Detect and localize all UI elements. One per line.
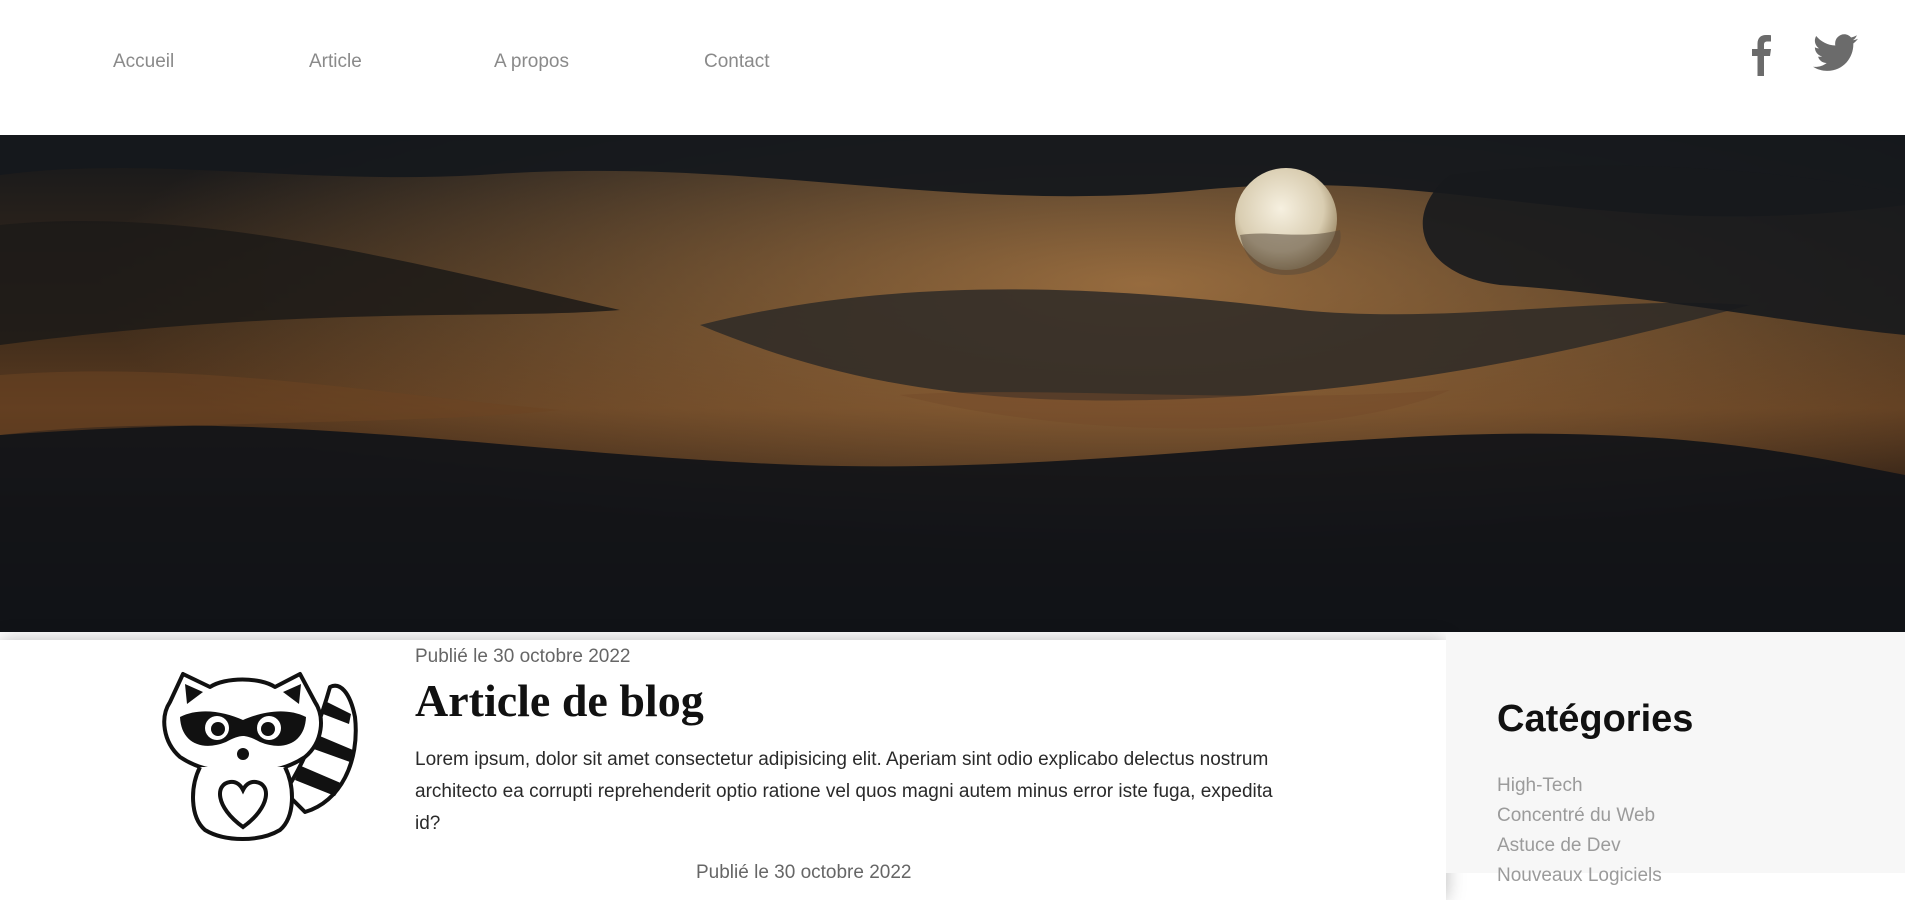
nav-link-article[interactable]: Article	[309, 51, 362, 73]
nav-link-accueil[interactable]: Accueil	[113, 51, 174, 73]
night-sky-moon-illustration	[0, 135, 1905, 632]
top-navigation-bar: Accueil Article A propos Contact	[0, 0, 1905, 135]
categories-title: Catégories	[1497, 698, 1694, 740]
next-post-date: Publié le 30 octobre 2022	[696, 862, 912, 883]
raccoon-avatar-image	[155, 662, 365, 842]
category-item-high-tech[interactable]: High-Tech	[1497, 771, 1662, 801]
categories-list: High-Tech Concentré du Web Astuce de Dev…	[1497, 771, 1662, 891]
category-item-astuce-de-dev[interactable]: Astuce de Dev	[1497, 831, 1662, 861]
category-item-concentre-du-web[interactable]: Concentré du Web	[1497, 801, 1662, 831]
facebook-icon	[1752, 35, 1771, 76]
post-excerpt: Lorem ipsum, dolor sit amet consectetur …	[415, 749, 1273, 834]
twitter-link[interactable]	[1813, 34, 1858, 77]
hero-banner-image	[0, 135, 1905, 632]
facebook-link[interactable]	[1745, 32, 1775, 81]
post-date: Publié le 30 octobre 2022	[415, 646, 631, 667]
twitter-icon	[1813, 34, 1858, 71]
category-item-nouveaux-logiciels[interactable]: Nouveaux Logiciels	[1497, 861, 1662, 891]
nav-link-contact[interactable]: Contact	[704, 51, 769, 73]
post-title[interactable]: Article de blog	[415, 675, 704, 727]
nav-link-a-propos[interactable]: A propos	[494, 51, 569, 73]
raccoon-illustration	[162, 672, 358, 841]
